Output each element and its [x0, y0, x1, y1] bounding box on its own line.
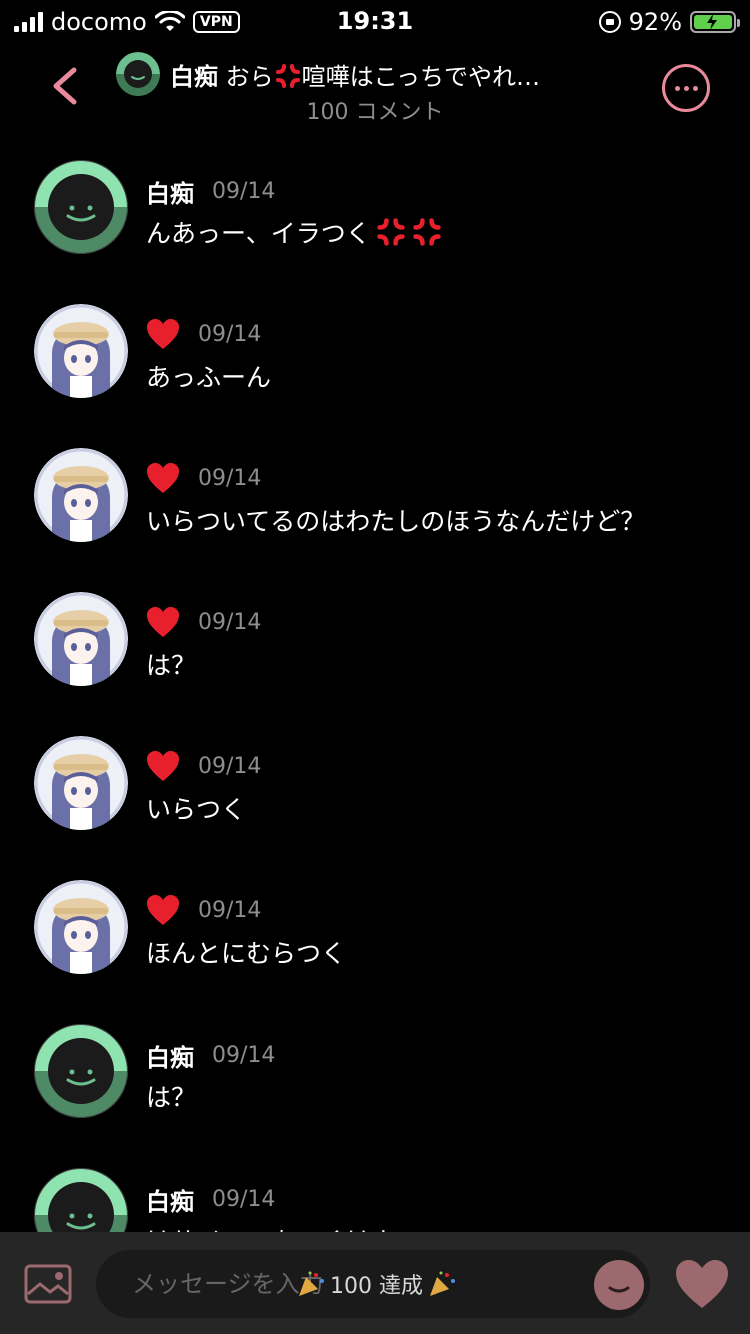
more-options-button[interactable]: [662, 64, 710, 112]
comment-text: あっふーん: [146, 358, 271, 394]
achievement-text: 100 達成: [330, 1274, 423, 1299]
thread-title[interactable]: 白痴 おら 喧嘩はこっちでやれ…: [116, 52, 540, 96]
comment-author[interactable]: 白痴: [146, 1182, 194, 1217]
comment-date: 09/14: [198, 465, 262, 491]
comment-text: いらついてるのはわたしのほうなんだけど？: [146, 502, 645, 538]
anger-icon: [413, 218, 441, 246]
comment-text-content: は？: [146, 651, 197, 680]
anger-icon: [275, 63, 300, 88]
comment-text-content: ほんとにむらつく: [146, 939, 347, 968]
anger-icon: [377, 218, 405, 246]
comment-text: いらつく: [146, 790, 246, 826]
comment-date: 09/14: [212, 1043, 276, 1068]
party-popper-icon: [430, 1271, 455, 1296]
comment-date: 09/14: [198, 753, 262, 779]
heart-icon: [147, 895, 179, 925]
user-avatar[interactable]: [34, 1024, 128, 1118]
comment-date: 09/14: [198, 897, 262, 923]
user-avatar[interactable]: [34, 160, 128, 254]
thread-avatar: [116, 52, 160, 96]
user-avatar[interactable]: [34, 880, 128, 974]
user-avatar[interactable]: [34, 448, 128, 542]
heart-icon: [147, 751, 179, 781]
battery-percent: 92%: [628, 8, 682, 36]
image-attach-icon[interactable]: [24, 1264, 72, 1304]
comment-item[interactable]: 09/14 いらつく: [0, 706, 750, 850]
comment-item[interactable]: 白痴 09/14 んあっー、イラつく: [0, 130, 750, 274]
party-popper-icon: [299, 1271, 324, 1296]
comment-text: はサイコーあつくはよ: [146, 1222, 396, 1232]
comment-text: は？: [146, 646, 196, 682]
comment-text-content: あっふーん: [146, 363, 272, 392]
user-avatar[interactable]: [34, 736, 128, 830]
comment-item[interactable]: 09/14 あっふーん: [0, 274, 750, 418]
comment-item[interactable]: 09/14 いらついてるのはわたしのほうなんだけど？: [0, 418, 750, 562]
thread-title-post: 喧嘩はこっちでやれ…: [301, 62, 540, 91]
heart-icon: [147, 463, 179, 493]
orientation-lock-icon: [598, 11, 621, 33]
comment-date: 09/14: [198, 321, 262, 347]
comment-date: 09/14: [212, 1187, 276, 1212]
thread-author: 白痴: [170, 62, 218, 91]
comment-text: んあっー、イラつく: [146, 214, 443, 250]
comment-author[interactable]: 白痴: [146, 1038, 194, 1073]
thread-title-pre: おら: [225, 62, 274, 91]
comment-item[interactable]: 白痴 09/14 はサイコーあつくはよ: [0, 1138, 750, 1232]
comment-text-content: んあっー、イラつく: [146, 219, 371, 248]
comment-text-content: いらついてるのはわたしのほうなんだけど？: [146, 507, 646, 536]
heart-icon: [147, 607, 179, 637]
comment-text-content: いらつく: [146, 795, 247, 824]
status-bar: docomo VPN 19:31 92%: [0, 0, 750, 40]
like-heart-icon[interactable]: [674, 1258, 730, 1310]
comment-count: 100 コメント: [306, 100, 444, 125]
comment-list[interactable]: 白痴 09/14 んあっー、イラつく 09/14 あっふーん 09/14 いらついてるの…: [0, 130, 750, 1232]
sticker-button[interactable]: [594, 1260, 644, 1310]
heart-icon: [147, 319, 179, 349]
user-avatar[interactable]: [34, 1168, 128, 1232]
comment-date: 09/14: [212, 179, 276, 204]
comment-text: ほんとにむらつく: [146, 934, 346, 970]
comment-item[interactable]: 09/14 ほんとにむらつく: [0, 850, 750, 994]
comment-author[interactable]: 白痴: [146, 174, 194, 209]
comment-item[interactable]: 09/14 は？: [0, 562, 750, 706]
comment-item[interactable]: 白痴 09/14 は？: [0, 994, 750, 1138]
comment-text: は？: [146, 1078, 196, 1114]
achievement-badge: 100 達成: [296, 1268, 457, 1300]
battery-icon: [690, 11, 740, 33]
user-avatar[interactable]: [34, 304, 128, 398]
thread-header: 白痴 おら 喧嘩はこっちでやれ… 100 コメント: [0, 40, 750, 130]
comment-text-content: は？: [146, 1083, 197, 1112]
message-composer: 100 達成: [0, 1232, 750, 1334]
user-avatar[interactable]: [34, 592, 128, 686]
comment-date: 09/14: [198, 609, 262, 635]
